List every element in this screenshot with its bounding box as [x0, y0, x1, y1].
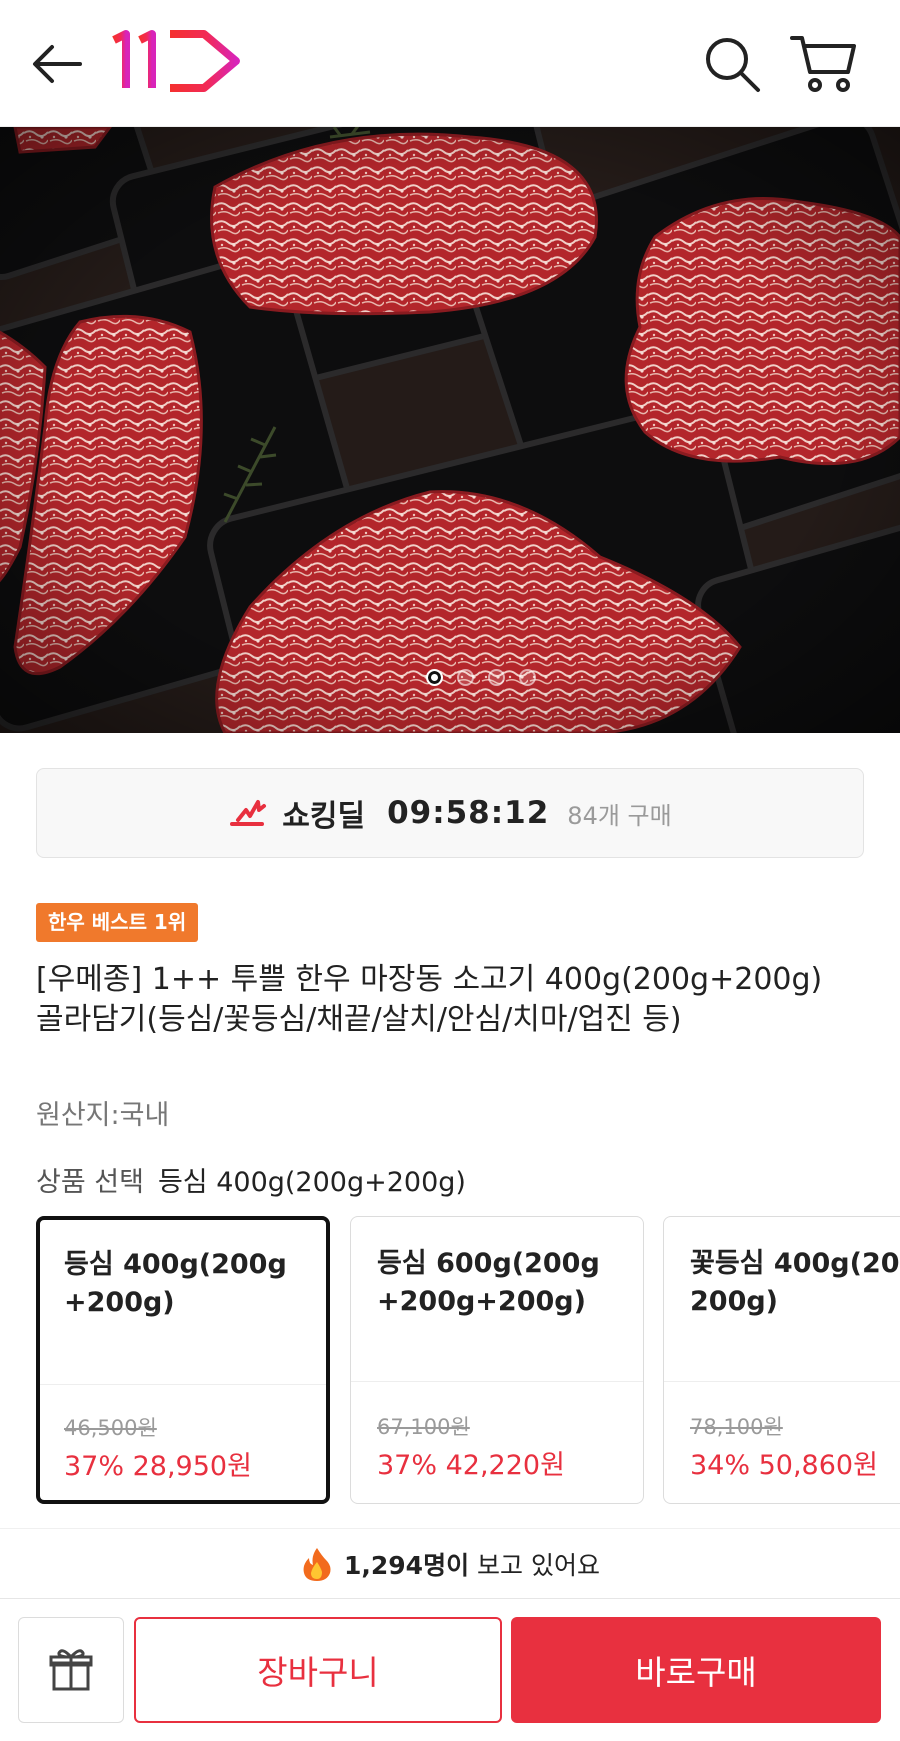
viewers-count: 1,294명이: [344, 1550, 470, 1580]
option-original-price: 46,500원: [64, 1416, 157, 1440]
bottom-action-bar: 장바구니 바로구매: [0, 1598, 900, 1741]
option-card[interactable]: 등심 600g(200g +200g+200g) 67,100원 37% 42,…: [350, 1216, 644, 1504]
option-original-price: 67,100원: [377, 1415, 470, 1439]
option-heading: 상품 선택 등심 400g(200g+200g): [36, 1160, 466, 1199]
fire-icon: [303, 1547, 331, 1581]
gift-icon: [49, 1649, 93, 1691]
cart-icon: [790, 36, 856, 92]
shocking-deal-bar: 쇼킹딜 09:58:12 84개 구매: [36, 768, 864, 858]
carousel-dot[interactable]: [519, 669, 536, 686]
option-divider: [664, 1381, 900, 1382]
option-original-price: 78,100원: [690, 1415, 783, 1439]
add-to-cart-button[interactable]: 장바구니: [134, 1617, 502, 1723]
carousel-dot[interactable]: [457, 669, 474, 686]
search-button[interactable]: [700, 32, 766, 96]
option-heading-label: 상품 선택: [36, 1167, 144, 1198]
carousel-dot[interactable]: [488, 669, 505, 686]
option-card[interactable]: 꽃등심 400g(200g+200g) 78,100원 34% 50,860원: [663, 1216, 900, 1504]
option-card[interactable]: 등심 400g(200g +200g) 46,500원 37% 28,950원: [36, 1216, 330, 1504]
deal-countdown: 09:58:12: [387, 795, 550, 831]
cart-button[interactable]: [788, 30, 862, 96]
option-sale-price: 37% 28,950원: [64, 1451, 252, 1482]
viewers-suffix: 보고 있어요: [469, 1550, 600, 1580]
search-icon: [706, 38, 760, 92]
gift-button[interactable]: [18, 1617, 124, 1723]
deal-purchase-count: 84개 구매: [567, 801, 672, 830]
buy-now-button[interactable]: 바로구매: [511, 1617, 881, 1723]
option-name: 등심 600g(200g +200g+200g): [377, 1248, 600, 1317]
shocking-deal-icon: [230, 800, 267, 826]
back-button[interactable]: [28, 36, 88, 92]
option-name: 꽃등심 400g(200g+200g): [690, 1248, 900, 1317]
top-header: [0, 0, 900, 127]
best-rank-badge: 한우 베스트 1위: [36, 903, 199, 942]
product-title: [우메종] 1++ 투쁠 한우 마장동 소고기 400g(200g+200g) …: [36, 962, 823, 1037]
option-sale-price: 34% 50,860원: [690, 1450, 878, 1481]
product-origin: 원산지:국내: [36, 1100, 170, 1131]
arrow-left-icon: [33, 45, 82, 83]
brand-logo[interactable]: [112, 26, 244, 96]
product-image-carousel[interactable]: [0, 127, 900, 733]
product-photo: [0, 127, 900, 733]
selected-option-value: 등심 400g(200g+200g): [157, 1167, 466, 1198]
deal-label: 쇼킹딜: [282, 799, 366, 834]
option-divider: [40, 1384, 326, 1385]
option-sale-price: 37% 42,220원: [377, 1450, 565, 1481]
option-divider: [351, 1381, 643, 1382]
live-viewers-strip: 1,294명이 보고 있어요: [0, 1528, 900, 1598]
carousel-dot[interactable]: [426, 669, 443, 686]
carousel-indicator: [0, 669, 900, 689]
viewers-text: 1,294명이 보고 있어요: [344, 1546, 600, 1582]
option-name: 등심 400g(200g +200g): [64, 1249, 287, 1318]
